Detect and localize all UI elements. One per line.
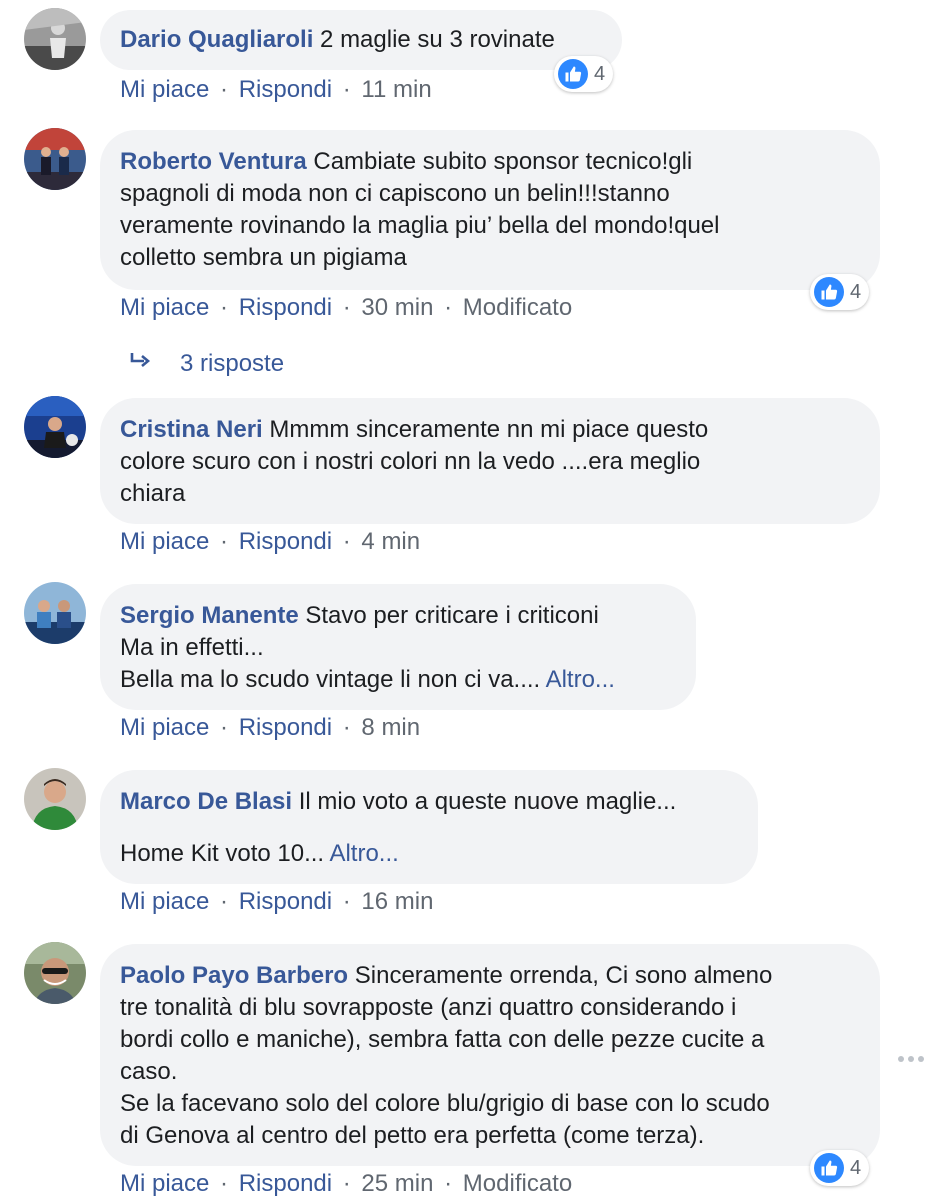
comment-time[interactable]: 8 min	[361, 714, 420, 741]
like-link[interactable]: Mi piace	[120, 76, 209, 103]
like-link[interactable]: Mi piace	[120, 294, 209, 321]
comment-time[interactable]: 4 min	[361, 528, 420, 555]
comment-text: Ma in effetti...	[120, 634, 264, 661]
reaction-count: 4	[850, 1156, 862, 1179]
reaction-count: 4	[850, 280, 862, 303]
comment-actions: Mi piace · Rispondi · 8 min	[120, 714, 421, 741]
more-options-icon[interactable]	[898, 1054, 924, 1064]
comment-text: Il mio voto a queste nuove maglie...	[298, 788, 677, 815]
like-link[interactable]: Mi piace	[120, 888, 209, 915]
avatar-cristina[interactable]	[24, 396, 86, 458]
replies-count[interactable]: 3 risposte	[180, 350, 284, 378]
avatar-marco[interactable]	[24, 768, 86, 830]
comment-text: colletto sembra un pigiama	[120, 244, 407, 271]
comment-text: spagnoli di moda non ci capiscono un bel…	[120, 180, 670, 207]
comment-author[interactable]: Sergio Manente	[120, 602, 299, 629]
comment-text: Cambiate subito sponsor tecnico!gli	[313, 148, 693, 175]
comment-text: tre tonalità di blu sovrapposte (anzi qu…	[120, 994, 737, 1021]
comment-author[interactable]: Dario Quagliaroli	[120, 26, 313, 53]
comment-text: Home Kit voto 10...	[120, 840, 330, 867]
comment-text: caso.	[120, 1058, 178, 1085]
comment-bubble: Roberto Ventura Cambiate subito sponsor …	[100, 130, 880, 290]
edited-label[interactable]: Modificato	[463, 1170, 572, 1197]
comment-text: 2 maglie su 3 rovinate	[320, 26, 555, 53]
comment-text: bordi collo e maniche), sembra fatta con…	[120, 1026, 765, 1053]
like-link[interactable]: Mi piace	[120, 528, 209, 555]
edited-label[interactable]: Modificato	[463, 294, 572, 321]
comment-bubble: Dario Quagliaroli 2 maglie su 3 rovinate	[100, 10, 622, 70]
reply-link[interactable]: Rispondi	[239, 888, 332, 915]
avatar-sergio[interactable]	[24, 582, 86, 644]
comment-text: chiara	[120, 480, 186, 507]
see-more-link[interactable]: Altro...	[329, 840, 398, 867]
comment-bubble: Marco De Blasi Il mio voto a queste nuov…	[100, 770, 758, 884]
avatar-paolo[interactable]	[24, 942, 86, 1004]
comment-actions: Mi piace · Rispondi · 25 min · Modificat…	[120, 1170, 573, 1197]
view-replies-link[interactable]: 3 risposte	[128, 350, 284, 378]
reaction-count: 4	[594, 62, 606, 85]
comment-text: Mmmm sinceramente nn mi piace questo	[269, 416, 709, 443]
comment-author[interactable]: Marco De Blasi	[120, 788, 292, 815]
comment-author[interactable]: Cristina Neri	[120, 416, 263, 443]
comment-bubble: Cristina Neri Mmmm sinceramente nn mi pi…	[100, 398, 880, 524]
comment-actions: Mi piace · Rispondi · 16 min	[120, 888, 434, 915]
avatar-roberto[interactable]	[24, 128, 86, 190]
reactions-badge[interactable]: 4	[810, 274, 870, 310]
comment-text: di Genova al centro del petto era perfet…	[120, 1122, 705, 1149]
comment-author[interactable]: Paolo Payo Barbero	[120, 962, 348, 989]
thumbs-up-icon	[558, 59, 588, 89]
comment-time[interactable]: 11 min	[361, 76, 431, 103]
comment-text: Sinceramente orrenda, Ci sono almeno	[354, 962, 773, 989]
comment-bubble: Paolo Payo Barbero Sinceramente orrenda,…	[100, 944, 880, 1166]
reply-arrow-icon	[128, 350, 154, 378]
avatar-dario[interactable]	[24, 8, 86, 70]
reply-link[interactable]: Rispondi	[239, 1170, 332, 1197]
thumbs-up-icon	[814, 277, 844, 307]
reply-link[interactable]: Rispondi	[239, 294, 332, 321]
comment-actions: Mi piace · Rispondi · 4 min	[120, 528, 421, 555]
comment-time[interactable]: 25 min	[361, 1170, 433, 1197]
reply-link[interactable]: Rispondi	[239, 714, 332, 741]
comment-actions: Mi piace · Rispondi · 11 min	[120, 76, 432, 103]
comment-bubble: Sergio Manente Stavo per criticare i cri…	[100, 584, 696, 710]
comment-text: Stavo per criticare i criticoni	[305, 602, 599, 629]
reply-link[interactable]: Rispondi	[239, 76, 332, 103]
reactions-badge[interactable]: 4	[554, 56, 614, 92]
thumbs-up-icon	[814, 1153, 844, 1183]
see-more-link[interactable]: Altro...	[546, 666, 615, 693]
comment-time[interactable]: 16 min	[361, 888, 433, 915]
reactions-badge[interactable]: 4	[810, 1150, 870, 1186]
like-link[interactable]: Mi piace	[120, 1170, 209, 1197]
comment-actions: Mi piace · Rispondi · 30 min · Modificat…	[120, 294, 573, 321]
like-link[interactable]: Mi piace	[120, 714, 209, 741]
comment-text: Se la facevano solo del colore blu/grigi…	[120, 1090, 770, 1117]
comment-text: Bella ma lo scudo vintage li non ci va..…	[120, 666, 546, 693]
reply-link[interactable]: Rispondi	[239, 528, 332, 555]
comment-author[interactable]: Roberto Ventura	[120, 148, 307, 175]
comment-text: veramente rovinando la maglia piu’ bella…	[120, 212, 720, 239]
comment-time[interactable]: 30 min	[361, 294, 433, 321]
comment-text: colore scuro con i nostri colori nn la v…	[120, 448, 701, 475]
